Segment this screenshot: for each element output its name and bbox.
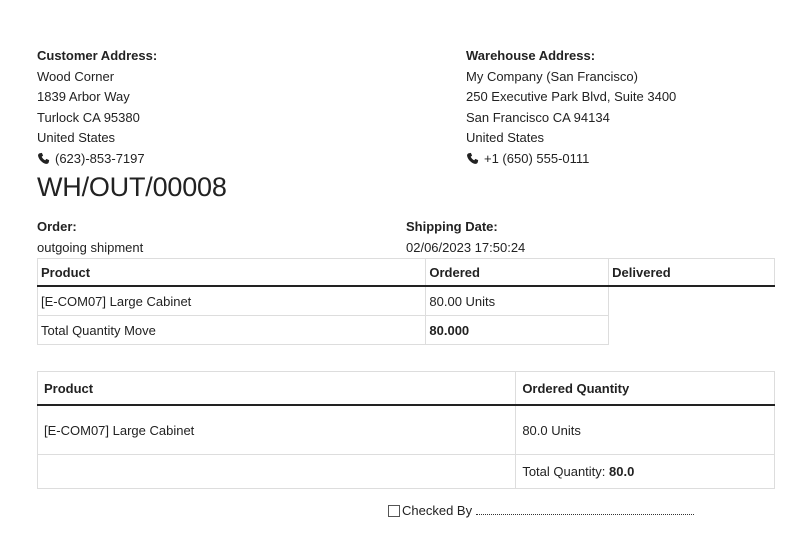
delivered-cell xyxy=(609,286,775,316)
signature-line xyxy=(475,504,694,515)
warehouse-country: United States xyxy=(466,130,545,145)
column-header-delivered: Delivered xyxy=(608,258,775,287)
total-value: 80.000 xyxy=(425,315,610,345)
customer-street: 1839 Arbor Way xyxy=(37,89,130,104)
table-header-row: Product Ordered Delivered xyxy=(36,258,775,287)
column-header-product: Product xyxy=(36,371,517,406)
product-cell: [E-COM07] Large Cabinet xyxy=(36,285,427,316)
shipping-date-value: 02/06/2023 17:50:24 xyxy=(406,239,526,255)
checkbox-icon[interactable] xyxy=(388,505,400,517)
customer-phone: (623)-853-7197 xyxy=(37,149,157,170)
phone-icon xyxy=(38,152,50,164)
warehouse-city: San Francisco CA 94134 xyxy=(466,109,610,125)
total-label: Total Quantity Move xyxy=(36,315,427,345)
column-header-ordered-quantity: Ordered Quantity xyxy=(515,371,775,406)
total-row: Total Quantity: 80.0 xyxy=(36,454,775,489)
phone-icon xyxy=(467,152,479,164)
customer-address: Customer Address: Wood Corner 1839 Arbor… xyxy=(37,46,157,169)
summary-table: Product Ordered Quantity [E-COM07] Large… xyxy=(36,371,775,489)
checked-by-label: Checked By xyxy=(402,503,473,518)
customer-country: United States xyxy=(37,130,116,145)
table-header-row: Product Ordered Quantity xyxy=(36,371,775,406)
checked-by: Checked By xyxy=(388,503,694,518)
total-row: Total Quantity Move 80.000 xyxy=(36,315,775,345)
ordered-cell: 80.00 Units xyxy=(425,285,610,316)
customer-phone-text: (623)-853-7197 xyxy=(55,150,145,166)
order-value: outgoing shipment xyxy=(37,239,144,255)
total-quantity-label: Total Quantity: xyxy=(522,464,606,479)
quantity-cell: 80.0 Units xyxy=(515,404,775,455)
customer-name: Wood Corner xyxy=(37,68,115,84)
total-empty-cell xyxy=(36,454,517,489)
warehouse-phone: +1 (650) 555-0111 xyxy=(466,149,676,170)
column-header-product: Product xyxy=(36,258,426,287)
warehouse-address: Warehouse Address: My Company (San Franc… xyxy=(466,46,676,169)
product-cell: [E-COM07] Large Cabinet xyxy=(36,404,517,455)
shipping-date-info: Shipping Date: 02/06/2023 17:50:24 xyxy=(406,217,525,258)
moves-table: Product Ordered Delivered [E-COM07] Larg… xyxy=(36,258,775,345)
customer-city: Turlock CA 95380 xyxy=(37,109,140,125)
table-row: [E-COM07] Large Cabinet 80.00 Units xyxy=(36,285,775,316)
column-header-ordered: Ordered xyxy=(425,258,609,287)
warehouse-address-heading: Warehouse Address: xyxy=(466,48,596,63)
warehouse-phone-text: +1 (650) 555-0111 xyxy=(484,150,590,166)
total-empty-cell xyxy=(609,316,775,345)
warehouse-street: 250 Executive Park Blvd, Suite 3400 xyxy=(466,89,677,104)
total-quantity-cell: Total Quantity: 80.0 xyxy=(515,454,775,489)
total-quantity-value: 80.0 xyxy=(609,464,635,479)
shipping-date-label: Shipping Date: xyxy=(406,219,498,234)
page-title: WH/OUT/00008 xyxy=(37,172,227,202)
order-info: Order: outgoing shipment xyxy=(37,217,143,258)
warehouse-name: My Company (San Francisco) xyxy=(466,68,638,84)
customer-address-heading: Customer Address: xyxy=(37,48,158,63)
table-row: [E-COM07] Large Cabinet 80.0 Units xyxy=(36,404,775,455)
order-label: Order: xyxy=(37,219,77,234)
